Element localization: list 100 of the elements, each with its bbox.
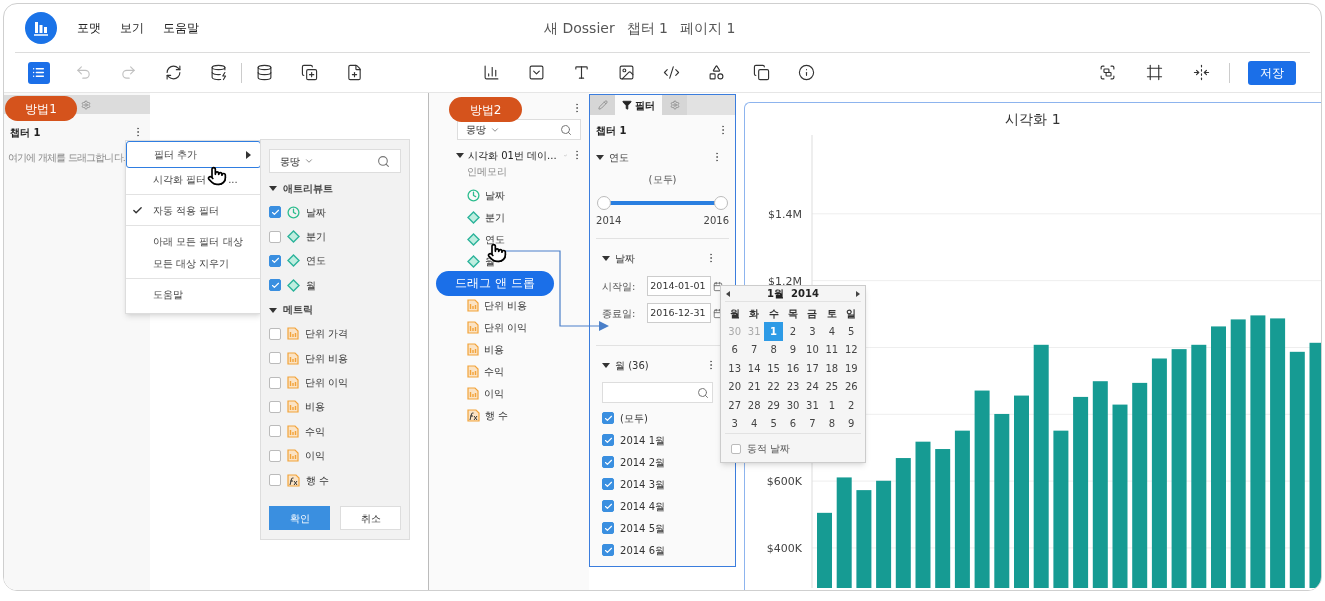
checkbox[interactable] xyxy=(269,352,281,365)
dataset-item[interactable]: 날짜 xyxy=(449,184,589,206)
caret-icon[interactable] xyxy=(244,150,252,159)
range-slider[interactable] xyxy=(597,196,728,210)
filter-tab[interactable]: 필터 xyxy=(615,95,662,115)
calendar-day[interactable]: 16 xyxy=(783,359,803,378)
calendar-day[interactable]: 3 xyxy=(725,414,745,433)
cancel-button[interactable]: 취소 xyxy=(340,506,401,531)
calendar-day[interactable]: 12 xyxy=(841,340,861,359)
calendar-day[interactable]: 26 xyxy=(841,377,861,396)
checkbox[interactable] xyxy=(269,254,281,267)
checkbox[interactable] xyxy=(602,544,614,556)
dataset-item[interactable]: 월 xyxy=(449,250,589,272)
checkbox[interactable] xyxy=(269,206,281,219)
dataset-item[interactable]: 분기 xyxy=(449,206,589,228)
calendar-day[interactable]: 6 xyxy=(725,340,745,359)
dataset-item[interactable]: 이익 xyxy=(449,382,589,404)
calendar-day[interactable]: 18 xyxy=(822,359,842,378)
filter-icon[interactable] xyxy=(622,100,632,110)
slider-handle[interactable] xyxy=(597,196,611,210)
search-icon[interactable] xyxy=(697,386,709,399)
checkbox[interactable] xyxy=(602,434,614,446)
calendar-day[interactable]: 5 xyxy=(763,414,784,433)
caret-icon[interactable] xyxy=(596,153,604,161)
calendar-day[interactable]: 11 xyxy=(822,340,842,359)
calendar-day[interactable]: 19 xyxy=(841,359,861,378)
checkbox[interactable] xyxy=(269,474,281,487)
search-field[interactable] xyxy=(602,382,713,403)
calendar-day[interactable]: 6 xyxy=(783,414,803,433)
checkbox[interactable] xyxy=(269,449,281,462)
calendar-day[interactable]: 29 xyxy=(763,396,784,415)
checkbox[interactable] xyxy=(602,456,614,468)
calendar-day[interactable]: 31 xyxy=(802,396,823,415)
calendar-day[interactable]: 14 xyxy=(744,359,764,378)
checkbox[interactable] xyxy=(269,230,281,243)
menu-item[interactable]: 도움말 xyxy=(126,283,261,305)
caret-icon[interactable] xyxy=(269,184,277,192)
calendar-day[interactable]: 5 xyxy=(841,322,861,341)
calendar-day[interactable]: 30 xyxy=(783,396,803,415)
dataset-item[interactable]: 연도 xyxy=(449,228,589,250)
calendar-day[interactable]: 27 xyxy=(725,396,745,415)
calendar-day[interactable]: 24 xyxy=(802,377,823,396)
checkbox[interactable] xyxy=(602,412,614,424)
checkbox[interactable] xyxy=(269,279,281,292)
calendar-day[interactable]: 2 xyxy=(783,322,803,341)
calendar-day[interactable]: 23 xyxy=(783,377,803,396)
menu-item[interactable]: 자동 적용 필터 xyxy=(126,199,261,221)
calendar-day[interactable]: 17 xyxy=(802,359,823,378)
next-month-icon[interactable] xyxy=(855,290,861,297)
date-field[interactable]: 2014-01-01 xyxy=(647,276,712,296)
calendar-day[interactable]: 13 xyxy=(725,359,745,378)
menu-item[interactable]: 모든 대상 지우기 xyxy=(126,252,261,274)
menu-item[interactable]: 포맷 xyxy=(77,19,101,37)
dataset-item[interactable]: 행 수 xyxy=(449,404,589,426)
calendar-day[interactable]: 21 xyxy=(744,377,764,396)
calendar-day[interactable]: 9 xyxy=(841,414,861,433)
dataset-item[interactable]: 단위 이익 xyxy=(449,316,589,338)
checkbox[interactable] xyxy=(269,327,281,340)
caret-icon[interactable] xyxy=(602,254,610,262)
calendar-day[interactable]: 4 xyxy=(822,322,842,341)
menu-item[interactable]: 보기 xyxy=(120,19,144,37)
checkbox[interactable] xyxy=(269,376,281,389)
menu-item[interactable]: 도움말 xyxy=(163,19,199,37)
calendar-day[interactable]: 25 xyxy=(822,377,842,396)
dataset-item[interactable]: 수익 xyxy=(449,360,589,382)
dataset-select[interactable]: 몽땅 xyxy=(457,119,581,140)
calendar-day[interactable]: 28 xyxy=(744,396,764,415)
date-field[interactable]: 2016-12-31 xyxy=(647,303,712,323)
dataset-item[interactable]: 단위 비용 xyxy=(449,294,589,316)
calendar-day[interactable]: 1 xyxy=(822,396,842,415)
checkbox[interactable] xyxy=(731,443,741,454)
search-icon[interactable] xyxy=(560,123,572,136)
dataset-item[interactable]: 비용 xyxy=(449,338,589,360)
previous-month-icon[interactable] xyxy=(725,290,731,297)
menu-item[interactable]: 아래 모든 필터 대상 xyxy=(126,230,261,252)
app-logo[interactable] xyxy=(25,12,57,44)
calendar-day[interactable]: 9 xyxy=(783,340,803,359)
list-tool[interactable] xyxy=(27,61,50,84)
calendar-icon[interactable] xyxy=(713,307,723,319)
dataset-name[interactable]: 시각화 01번 데이... xyxy=(468,147,557,163)
calendar-day[interactable]: 8 xyxy=(763,340,784,359)
caret-icon[interactable] xyxy=(456,151,464,159)
calendar-day[interactable]: 10 xyxy=(802,340,823,359)
checkbox[interactable] xyxy=(602,522,614,534)
caret-icon[interactable] xyxy=(269,305,277,314)
list-icon[interactable] xyxy=(32,66,45,79)
chevron-down-icon[interactable] xyxy=(304,156,314,166)
dataset-select[interactable]: 몽땅 xyxy=(269,149,401,173)
slider-handle[interactable] xyxy=(714,196,728,210)
calendar-day[interactable]: 7 xyxy=(744,340,764,359)
checkbox[interactable] xyxy=(602,478,614,490)
checkbox[interactable] xyxy=(269,400,281,413)
calendar-day[interactable]: 8 xyxy=(822,414,842,433)
caret-icon[interactable] xyxy=(602,361,610,369)
menu-item[interactable]: 시각화 필터 ... xyxy=(126,168,261,190)
calendar-day[interactable]: 3 xyxy=(802,322,823,341)
search-icon[interactable] xyxy=(377,154,390,168)
calendar-day[interactable]: 4 xyxy=(744,414,764,433)
checkbox[interactable] xyxy=(269,425,281,438)
calendar-day[interactable]: 22 xyxy=(763,377,784,396)
